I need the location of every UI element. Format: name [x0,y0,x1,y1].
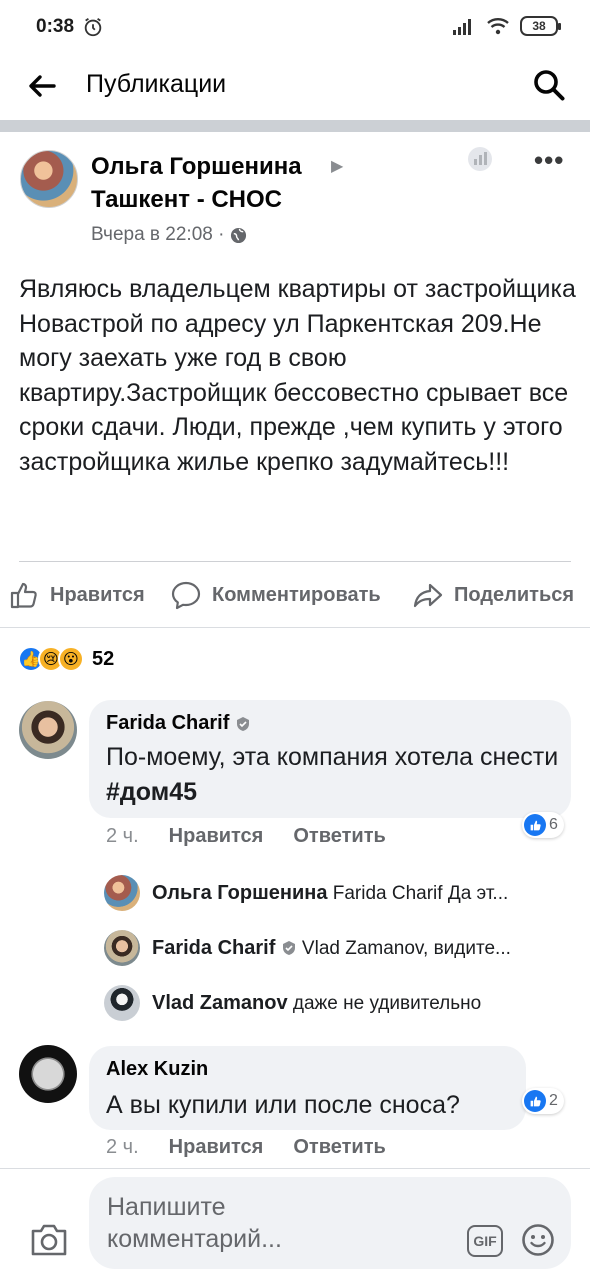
share-icon [413,583,443,608]
comment-author[interactable]: Alex Kuzin [106,1058,208,1081]
comment-text: А вы купили или после сноса? [106,1091,460,1119]
gif-icon[interactable]: GIF [467,1225,503,1257]
alarm-icon [84,17,102,37]
post-body: Являюсь владельцем квартиры от застройщи… [19,275,576,476]
comment-button[interactable]: Комментировать [170,572,381,618]
comment-reply-button[interactable]: Ответить [293,825,385,848]
post-author[interactable]: Ольга Горшенина [91,152,302,182]
reaction-count: 52 [92,647,115,670]
reply-author: Farida Charif [152,936,276,959]
thumbs-up-icon [524,1090,546,1112]
status-time: 0:38 [36,16,75,37]
signal-icon [453,19,471,35]
avatar[interactable] [19,1045,77,1103]
reply-text: Vlad Zamanov даже не удивительно [152,992,481,1015]
reply-body: даже не удивительно [292,992,482,1014]
reply-preview[interactable]: Ольга Горшенина Farida Charif Да эт... [104,875,574,911]
wifi-icon [487,18,509,35]
reply-body: Vlad Zamanov, видите... [301,937,511,959]
reply-body: Farida Charif Да эт... [332,882,509,904]
divider [19,561,571,562]
comment-time: 2 ч. [106,1136,139,1158]
comment-like-number: 6 [549,816,558,833]
post-actions: Нравится Комментировать Поделиться [0,572,590,618]
comment-text: По-моему, эта компания хотела снести #до… [106,740,561,810]
thumbs-up-icon [524,814,546,836]
comment-like-button[interactable]: Нравится [169,1136,264,1159]
avatar [104,985,140,1021]
comment-bubble[interactable]: Alex Kuzin А вы купили или после сноса? [89,1046,526,1130]
arrow-left-icon[interactable] [26,70,58,102]
comment-like-count[interactable]: 6 [522,812,564,838]
post-time[interactable]: Вчера в 22:08 · [91,224,224,246]
divider [0,1168,590,1169]
like-label: Нравится [50,583,145,606]
comment-like-button[interactable]: Нравится [169,825,264,848]
status-bar: 0:38 38 [0,0,590,56]
comment-bubble[interactable]: Farida Charif По-моему, эта компания хот… [89,700,571,818]
more-icon[interactable]: ••• [534,147,564,173]
comment-text-body: По-моему, эта компания хотела снести [106,743,559,771]
comment-icon [171,581,201,610]
page-title: Публикации [86,70,227,98]
comment-meta: 2 ч. Нравится Ответить [106,825,386,848]
avatar[interactable] [19,701,77,759]
comment-author-name: Alex Kuzin [106,1058,209,1080]
comment-time: 2 ч. [106,825,139,847]
avatar [104,875,140,911]
comment-author[interactable]: Farida Charif [106,712,251,735]
reply-author: Vlad Zamanov [152,991,288,1014]
reactions-summary[interactable]: 👍 😢 😮 52 [18,646,114,672]
comment-author-name: Farida Charif [106,712,230,734]
avatar[interactable] [20,150,78,208]
badge-icon [237,716,250,731]
section-divider [0,120,590,132]
comment-meta: 2 ч. Нравится Ответить [106,1136,386,1159]
reply-text: Ольга Горшенина Farida Charif Да эт... [152,882,508,905]
thumbs-up-icon [10,582,37,609]
reply-text: Farida Charif Vlad Zamanov, видите... [152,937,511,960]
comment-input[interactable]: Напишите комментарий... GIF [89,1177,571,1269]
comment-like-number: 2 [549,1092,558,1109]
insights-icon[interactable] [467,146,493,172]
share-label: Поделиться [454,583,575,606]
globe-icon [231,227,247,243]
avatar [104,930,140,966]
emoji-icon[interactable] [521,1223,555,1257]
app-header: Публикации [0,56,590,120]
like-button[interactable]: Нравится [8,572,145,618]
hashtag-link[interactable]: #дом45 [106,778,197,806]
reply-preview[interactable]: Vlad Zamanov даже не удивительно [104,985,574,1021]
triangle-right-icon: ▶ [331,158,344,175]
post-meta: Вчера в 22:08 · [91,224,247,246]
camera-icon[interactable] [29,1222,69,1258]
post-group[interactable]: Ташкент - СНОС [91,186,282,214]
badge-icon [282,940,295,955]
comment-label: Комментировать [212,583,381,606]
wow-reaction-icon: 😮 [58,646,84,672]
comment-input-placeholder: Напишите комментарий... [107,1193,282,1253]
share-button[interactable]: Поделиться [412,572,574,618]
battery-indicator: 38 [520,16,561,36]
comment-reply-button[interactable]: Ответить [293,1136,385,1159]
reply-author: Ольга Горшенина [152,881,328,904]
divider [0,627,590,628]
comment-like-count[interactable]: 2 [522,1088,564,1114]
reply-preview[interactable]: Farida Charif Vlad Zamanov, видите... [104,930,574,966]
search-icon[interactable] [532,68,566,102]
